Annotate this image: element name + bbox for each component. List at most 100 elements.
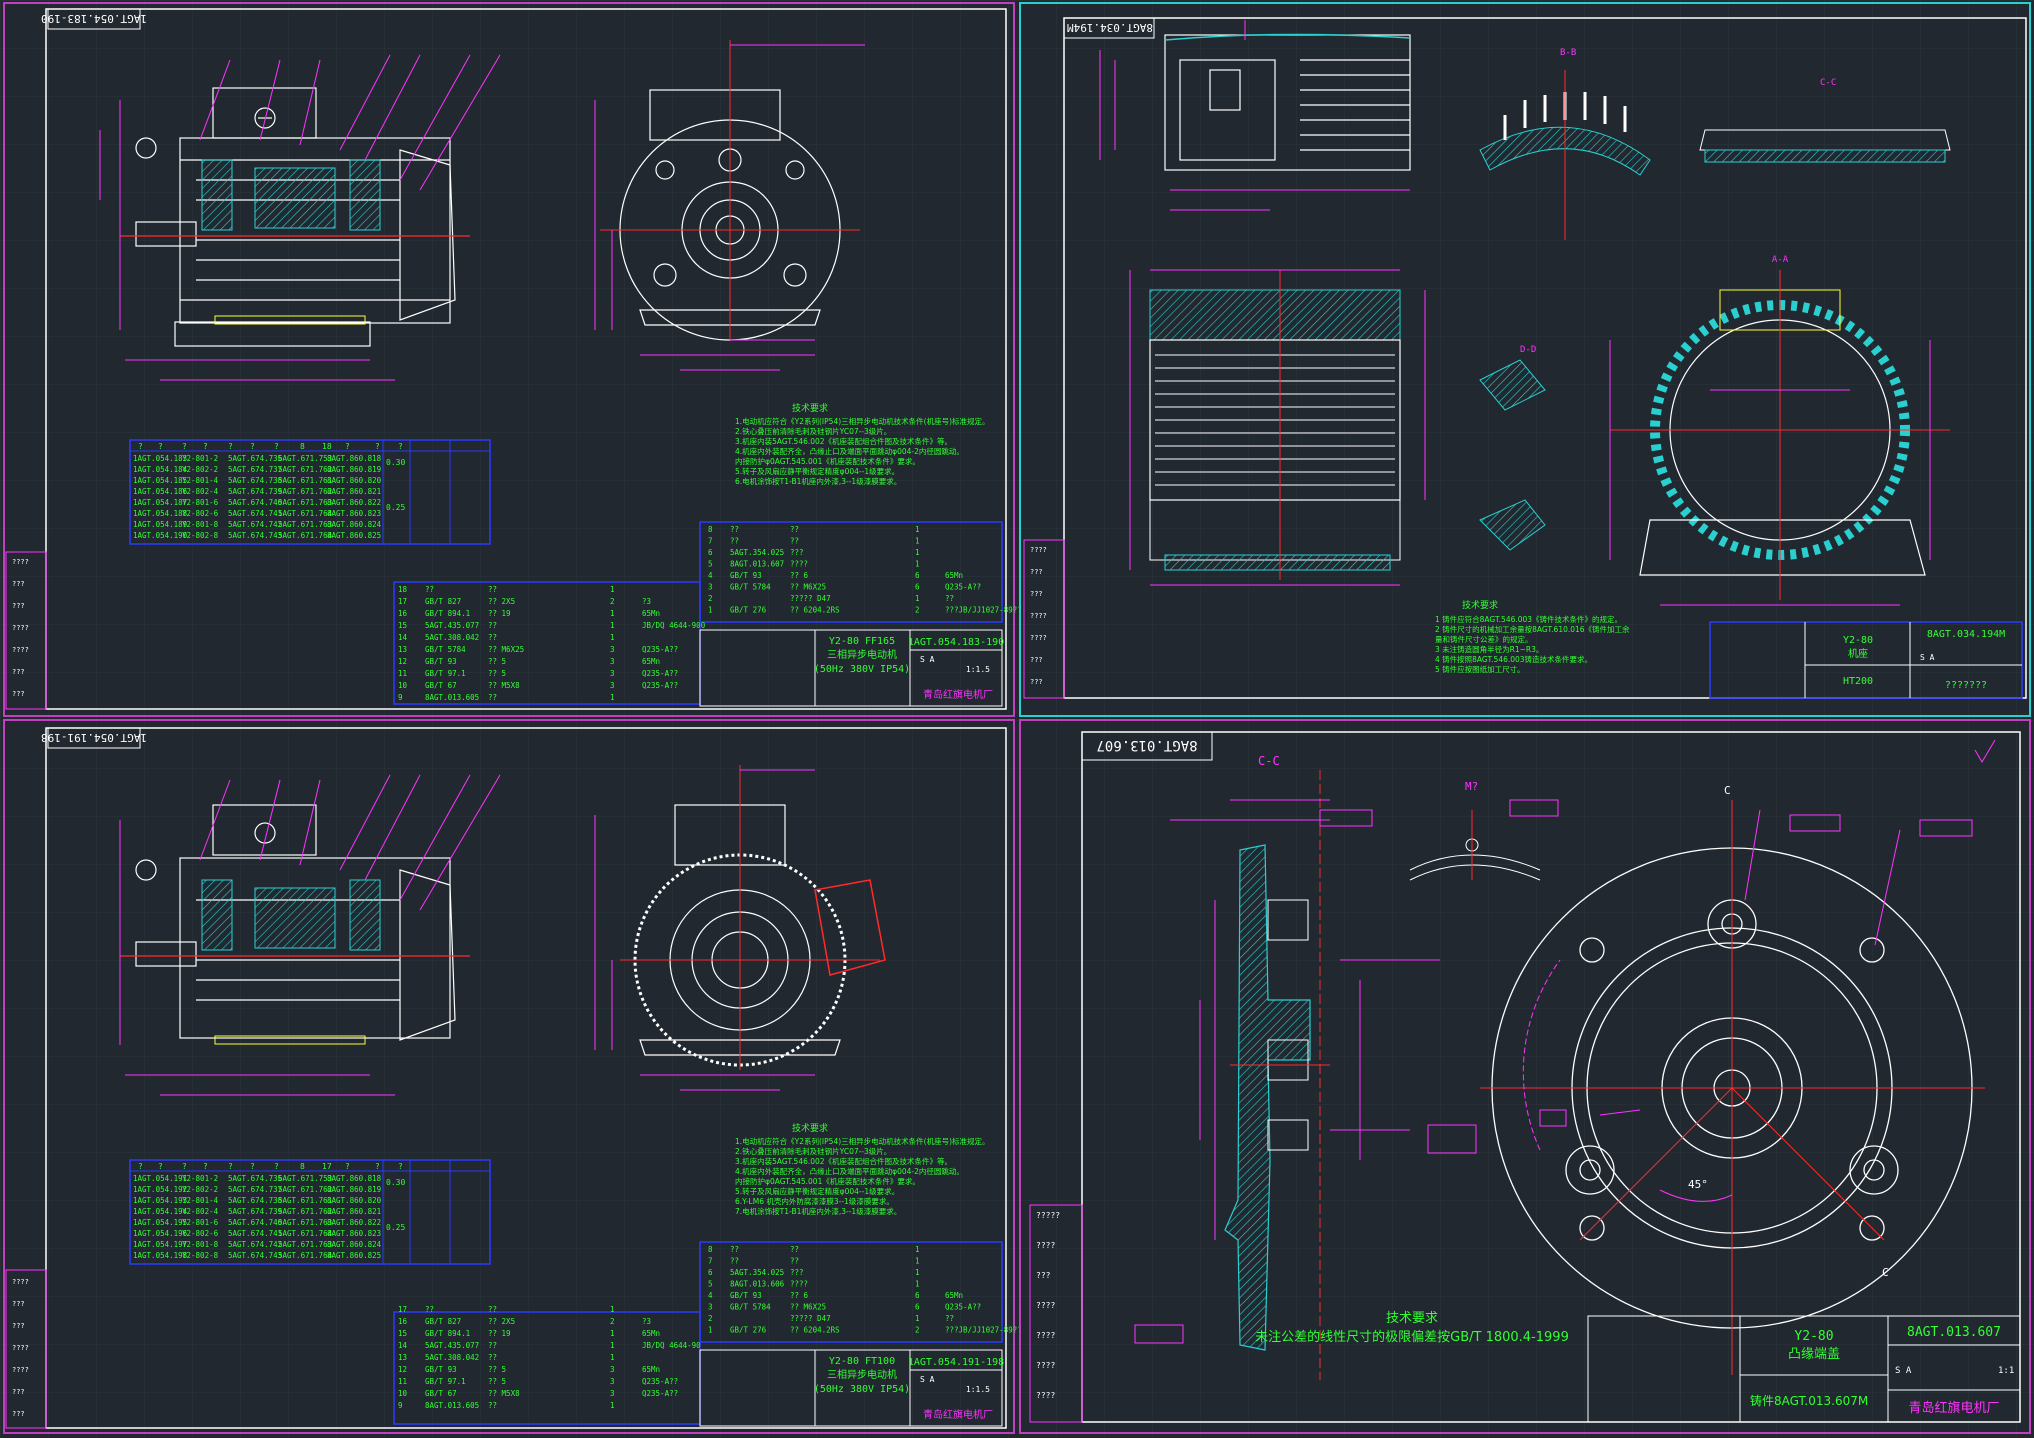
bom-cell: ??: [488, 693, 497, 702]
bom-cell: 4: [708, 571, 713, 580]
table-header: ?: [250, 442, 255, 451]
bom-cell: ?? 5: [488, 1377, 506, 1386]
bom-cell: 65Mn: [642, 1329, 660, 1338]
bom-cell: 4: [708, 1291, 713, 1300]
bom-cell: ??: [488, 633, 497, 642]
bom-cell: 17: [398, 597, 407, 606]
table-row-cell: 8AGT.860.822: [327, 498, 381, 507]
bom-cell: GB/T 97.1: [425, 669, 466, 678]
bom-cell: Q235-A??: [945, 1303, 981, 1312]
tech-line: 6.电机涂饰按T1-B1机座内外漆,3--1级漆膜要求。: [735, 476, 901, 486]
table-row-cell: Y2-801-8: [182, 520, 219, 529]
side-label: ????: [12, 1366, 29, 1374]
bom-cell: ????? D47: [790, 594, 831, 603]
table-row-cell: Y2-801-2: [182, 1174, 218, 1183]
bom-cell: GB/T 894.1: [425, 609, 470, 618]
bom-cell: 8AGT.013.605: [425, 1401, 479, 1410]
bom-cell: 2: [915, 606, 920, 615]
table-row-cell: 5AGT.674.741: [228, 509, 282, 518]
table-row-cell: Y2-802-6: [182, 1229, 219, 1238]
table-header: ?: [158, 1162, 163, 1171]
bom-cell: ???: [790, 1268, 804, 1277]
bom-cell: 8AGT.013.607: [730, 560, 784, 569]
title-block-name: Y2-80: [1794, 1329, 1833, 1344]
bom-cell: 3: [610, 1377, 615, 1386]
side-label: ???: [12, 1410, 25, 1418]
title-block-material: HT200: [1843, 676, 1873, 687]
bom-cell: 7: [708, 1257, 713, 1266]
title-block-name: Y2-80 FT100: [829, 1356, 895, 1367]
bom-cell: GB/T 5784: [425, 645, 466, 654]
bom-cell: 3: [610, 657, 615, 666]
bom-cell: ?? 2X5: [488, 597, 515, 606]
bom-cell: 1: [915, 1257, 920, 1266]
bom-cell: 65Mn: [642, 1365, 660, 1374]
bom-cell: ??: [488, 1353, 497, 1362]
bom-cell: 1: [915, 525, 920, 534]
table-header: ?: [375, 442, 380, 451]
table-header: 18: [322, 442, 332, 451]
table-row-cell: 5AGT.674.735: [228, 454, 282, 463]
bom-cell: 1: [915, 1268, 920, 1277]
bom-cell: 1: [915, 548, 920, 557]
bom-cell: Q235-A??: [642, 1389, 678, 1398]
bom-cell: 11: [398, 669, 407, 678]
table-header: ?: [138, 442, 143, 451]
table-row-cell: 5AGT.671.764: [278, 531, 333, 540]
table-row-cell: 1AGT.054.195: [133, 1218, 187, 1227]
title-block-name: Y2-80 FF165: [829, 636, 895, 647]
table-row-cell: 8AGT.860.818: [327, 1174, 382, 1183]
tech-line: 7.电机涂饰按T1-B1机座内外漆,3--1级漆膜要求。: [735, 1206, 901, 1216]
table-header: ?: [203, 442, 208, 451]
bom-cell: ????: [790, 1280, 808, 1289]
bom-cell: 13: [398, 1353, 407, 1362]
bom-cell: ??: [790, 537, 799, 546]
bom-cell: ?3: [642, 1317, 651, 1326]
table-row-cell: 8AGT.860.824: [327, 520, 382, 529]
bom-cell: 6: [708, 548, 713, 557]
bom-cell: 1: [915, 1245, 920, 1254]
bom-cell: 5AGT.308.042: [425, 1353, 479, 1362]
bom-cell: ??: [790, 525, 799, 534]
bom-cell: Q235-A??: [642, 669, 678, 678]
bom-cell: 18: [398, 585, 408, 594]
bom-cell: 15: [398, 621, 407, 630]
table-row-cell: 5AGT.671.763: [278, 1240, 332, 1249]
table-row-cell: 1AGT.054.196: [133, 1229, 188, 1238]
bom-cell: ???JB/JJ1027-89??: [945, 1326, 1022, 1335]
bom-cell: ??: [488, 1341, 497, 1350]
tech-line: 1.电动机应符合《Y2系列(IP54)三相异步电动机技术条件(机座号)标准规定。: [735, 416, 990, 426]
side-label: ???: [1030, 590, 1043, 598]
sheet-stamp: 8AGT.034.194M: [1067, 21, 1153, 34]
bom-cell: 3: [610, 645, 615, 654]
table-row-cell: 5AGT.671.764: [278, 509, 333, 518]
title-block-sheet-mark: S A: [920, 655, 935, 664]
title-block-drawing-no: 8AGT.034.194M: [1927, 629, 2005, 640]
table-row-cell: 5AGT.674.735: [228, 1174, 282, 1183]
bom-cell: ??: [790, 1257, 799, 1266]
title-block-cast-ref: 铸件8AGT.013.607M: [1750, 1393, 1868, 1408]
bom-cell: 2: [708, 594, 713, 603]
title-block-unknown: ???????: [1945, 680, 1987, 691]
table-row-cell: 5AGT.671.761: [278, 476, 332, 485]
side-label: ????: [1036, 1331, 1055, 1340]
bom-cell: GB/T 97.1: [425, 1377, 466, 1386]
bom-cell: 5AGT.354.025: [730, 1268, 784, 1277]
table-header: 8: [300, 1162, 305, 1171]
bom-cell: 7: [708, 537, 713, 546]
title-block-scale: 1:1: [1998, 1366, 2014, 1376]
bom-cell: 5: [708, 560, 713, 569]
bom-cell: 1: [610, 621, 615, 630]
table-header: ?: [274, 442, 279, 451]
side-label: ???: [12, 602, 25, 610]
side-label: ???: [12, 668, 25, 676]
table-row-cell: 5AGT.671.764: [278, 1229, 333, 1238]
table-header: 8: [300, 442, 305, 451]
table-header: ?: [274, 1162, 279, 1171]
tech-line: 5.转子及风扇应静平衡规定精度φ004--1级要求。: [735, 1186, 899, 1196]
side-label: ???: [1036, 1271, 1051, 1280]
bom-cell: ?? 5: [488, 657, 506, 666]
bom-cell: 13: [398, 645, 407, 654]
side-label: ???: [12, 1388, 25, 1396]
detail-m-label: M?: [1465, 780, 1478, 793]
